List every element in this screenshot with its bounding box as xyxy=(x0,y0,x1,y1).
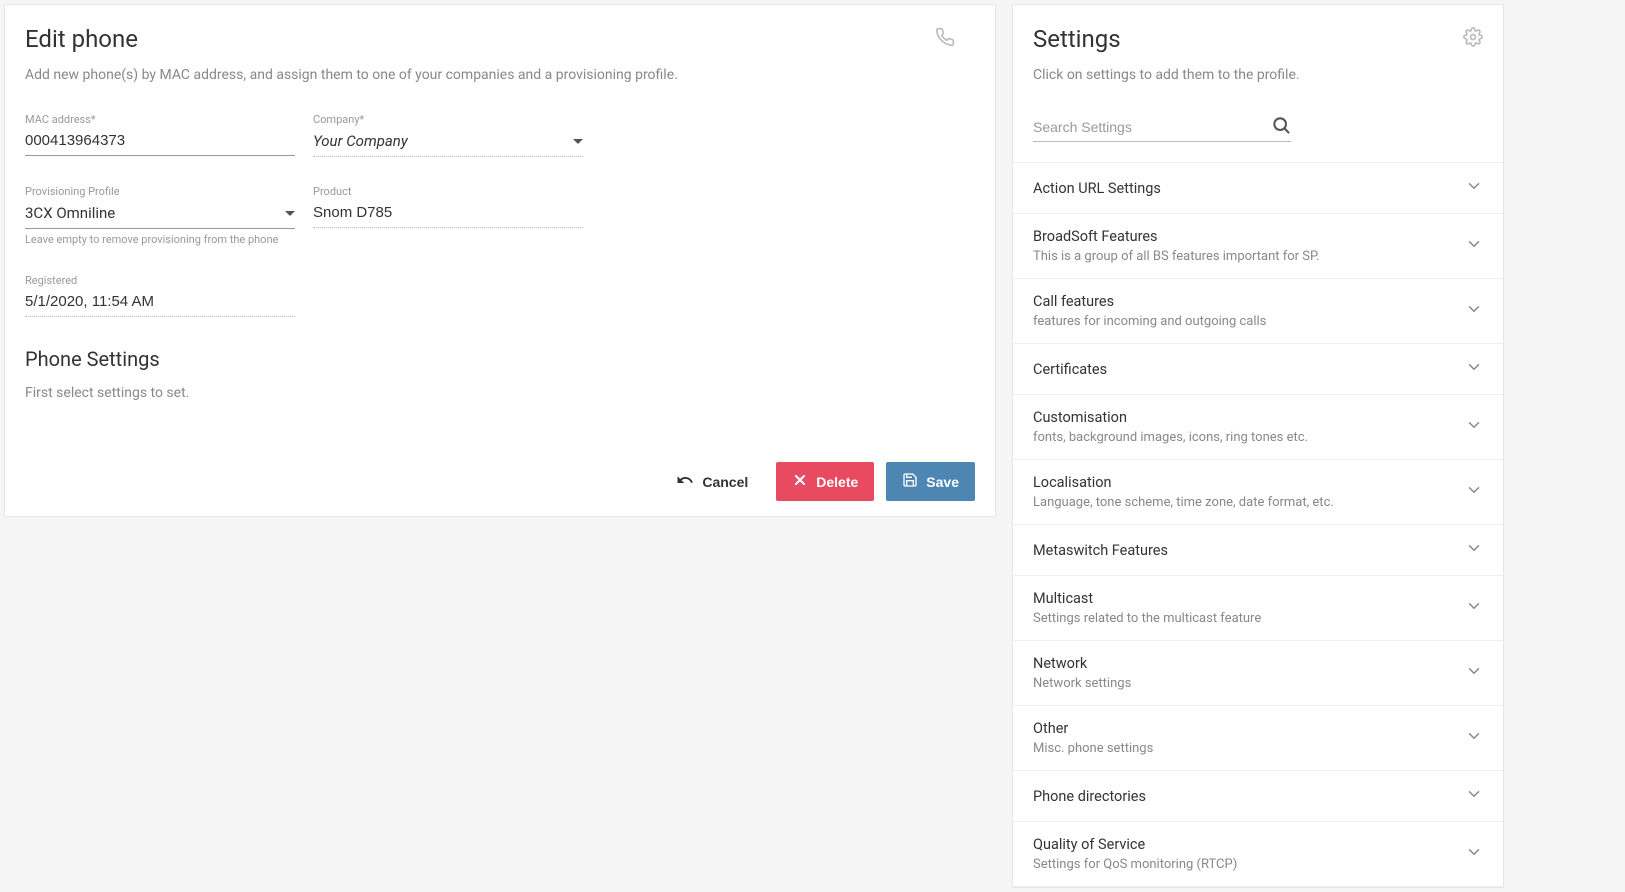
settings-group-text: Localisation Language, tone scheme, time … xyxy=(1033,474,1465,510)
profile-select[interactable]: 3CX Omniline xyxy=(25,200,295,229)
chevron-down-icon xyxy=(1465,785,1483,807)
registered-field-wrap: Registered xyxy=(25,274,295,317)
settings-group-item[interactable]: Localisation Language, tone scheme, time … xyxy=(1013,460,1503,525)
chevron-down-icon xyxy=(1465,539,1483,561)
close-icon xyxy=(792,472,808,491)
search-input[interactable] xyxy=(1033,113,1271,141)
action-bar: Cancel Delete Save xyxy=(25,461,975,502)
settings-group-text: Action URL Settings xyxy=(1033,180,1465,197)
settings-group-sub: This is a group of all BS features impor… xyxy=(1033,249,1455,264)
product-field-wrap: Product xyxy=(313,185,583,246)
settings-group-item[interactable]: Call features features for incoming and o… xyxy=(1013,279,1503,344)
chevron-down-icon xyxy=(573,139,583,144)
company-label: Company* xyxy=(313,113,583,126)
settings-group-text: BroadSoft Features This is a group of all… xyxy=(1033,228,1465,264)
undo-icon xyxy=(676,471,694,492)
settings-group-text: Network Network settings xyxy=(1033,655,1465,691)
settings-title: Settings xyxy=(1033,25,1121,53)
settings-group-text: Quality of ServiceSettings for QoS monit… xyxy=(1033,836,1465,872)
phone-settings-subtitle: First select settings to set. xyxy=(25,385,975,401)
phone-settings-title: Phone Settings xyxy=(25,347,975,371)
settings-group-item[interactable]: Metaswitch Features xyxy=(1013,525,1503,576)
settings-group-title: Multicast xyxy=(1033,590,1455,607)
settings-group-sub: Settings for QoS monitoring (RTCP) xyxy=(1033,857,1455,872)
search-field[interactable] xyxy=(1033,113,1291,142)
edit-phone-title: Edit phone xyxy=(25,25,138,53)
cancel-label: Cancel xyxy=(702,474,748,490)
settings-group-list: Action URL Settings BroadSoft Features Thi… xyxy=(1013,162,1503,887)
chevron-down-icon xyxy=(1465,662,1483,684)
mac-input[interactable] xyxy=(25,128,295,156)
edit-phone-panel: Edit phone Add new phone(s) by MAC addre… xyxy=(4,4,996,517)
chevron-down-icon xyxy=(1465,481,1483,503)
settings-group-title: Other xyxy=(1033,720,1455,737)
company-select[interactable]: Your Company xyxy=(313,128,583,157)
save-button[interactable]: Save xyxy=(886,462,975,501)
phone-icon xyxy=(935,27,955,51)
settings-group-title: Certificates xyxy=(1033,361,1455,378)
settings-panel: Settings Click on settings to add them t… xyxy=(1012,4,1504,888)
product-label: Product xyxy=(313,185,583,198)
settings-group-item[interactable]: Customisation fonts, background images, i… xyxy=(1013,395,1503,460)
profile-field-wrap: Provisioning Profile 3CX Omniline Leave … xyxy=(25,185,295,246)
mac-field-wrap: MAC address* xyxy=(25,113,295,157)
settings-group-title: Action URL Settings xyxy=(1033,180,1455,197)
profile-label: Provisioning Profile xyxy=(25,185,295,198)
save-label: Save xyxy=(926,474,959,490)
mac-label: MAC address* xyxy=(25,113,295,126)
profile-value: 3CX Omniline xyxy=(25,204,115,222)
settings-group-text: Certificates xyxy=(1033,361,1465,378)
settings-group-sub: Language, tone scheme, time zone, date f… xyxy=(1033,495,1455,510)
settings-group-item[interactable]: Network Network settings xyxy=(1013,641,1503,706)
settings-group-item[interactable]: Multicast Settings related to the multica… xyxy=(1013,576,1503,641)
chevron-down-icon xyxy=(285,211,295,216)
registered-input xyxy=(25,289,295,317)
settings-group-item[interactable]: Other Misc. phone settings xyxy=(1013,706,1503,771)
settings-group-sub: Misc. phone settings xyxy=(1033,741,1455,756)
settings-group-text: Call features features for incoming and o… xyxy=(1033,293,1465,329)
gear-icon[interactable] xyxy=(1463,27,1483,51)
settings-group-text: Customisation fonts, background images, i… xyxy=(1033,409,1465,445)
settings-group-sub: features for incoming and outgoing calls xyxy=(1033,314,1455,329)
chevron-down-icon xyxy=(1465,597,1483,619)
delete-label: Delete xyxy=(816,474,858,490)
settings-group-item[interactable]: Certificates xyxy=(1013,344,1503,395)
chevron-down-icon xyxy=(1465,416,1483,438)
chevron-down-icon xyxy=(1465,727,1483,749)
cancel-button[interactable]: Cancel xyxy=(660,461,764,502)
chevron-down-icon xyxy=(1465,177,1483,199)
settings-group-text: Metaswitch Features xyxy=(1033,542,1465,559)
settings-group-text: Other Misc. phone settings xyxy=(1033,720,1465,756)
product-input[interactable] xyxy=(313,200,583,228)
edit-phone-subtitle: Add new phone(s) by MAC address, and ass… xyxy=(25,67,975,83)
settings-group-sub: Settings related to the multicast featur… xyxy=(1033,611,1455,626)
delete-button[interactable]: Delete xyxy=(776,462,874,501)
settings-group-item[interactable]: Phone directories xyxy=(1013,771,1503,822)
settings-group-item[interactable]: Quality of ServiceSettings for QoS monit… xyxy=(1013,822,1503,887)
settings-group-title: Localisation xyxy=(1033,474,1455,491)
settings-subtitle: Click on settings to add them to the pro… xyxy=(1013,67,1503,83)
company-field-wrap: Company* Your Company xyxy=(313,113,583,157)
settings-group-title: Metaswitch Features xyxy=(1033,542,1455,559)
settings-group-title: Phone directories xyxy=(1033,788,1455,805)
settings-group-title: Network xyxy=(1033,655,1455,672)
chevron-down-icon xyxy=(1465,358,1483,380)
profile-hint: Leave empty to remove provisioning from … xyxy=(25,233,295,246)
chevron-down-icon xyxy=(1465,300,1483,322)
save-icon xyxy=(902,472,918,491)
search-icon[interactable] xyxy=(1271,115,1291,139)
chevron-down-icon xyxy=(1465,843,1483,865)
settings-group-text: Multicast Settings related to the multica… xyxy=(1033,590,1465,626)
settings-group-item[interactable]: Action URL Settings xyxy=(1013,163,1503,214)
settings-group-sub: Network settings xyxy=(1033,676,1455,691)
settings-group-item[interactable]: BroadSoft Features This is a group of all… xyxy=(1013,214,1503,279)
settings-group-title: Call features xyxy=(1033,293,1455,310)
chevron-down-icon xyxy=(1465,235,1483,257)
settings-group-text: Phone directories xyxy=(1033,788,1465,805)
registered-label: Registered xyxy=(25,274,295,287)
settings-group-sub: fonts, background images, icons, ring to… xyxy=(1033,430,1455,445)
settings-group-title: BroadSoft Features xyxy=(1033,228,1455,245)
company-value: Your Company xyxy=(313,132,408,150)
settings-group-title: Customisation xyxy=(1033,409,1455,426)
